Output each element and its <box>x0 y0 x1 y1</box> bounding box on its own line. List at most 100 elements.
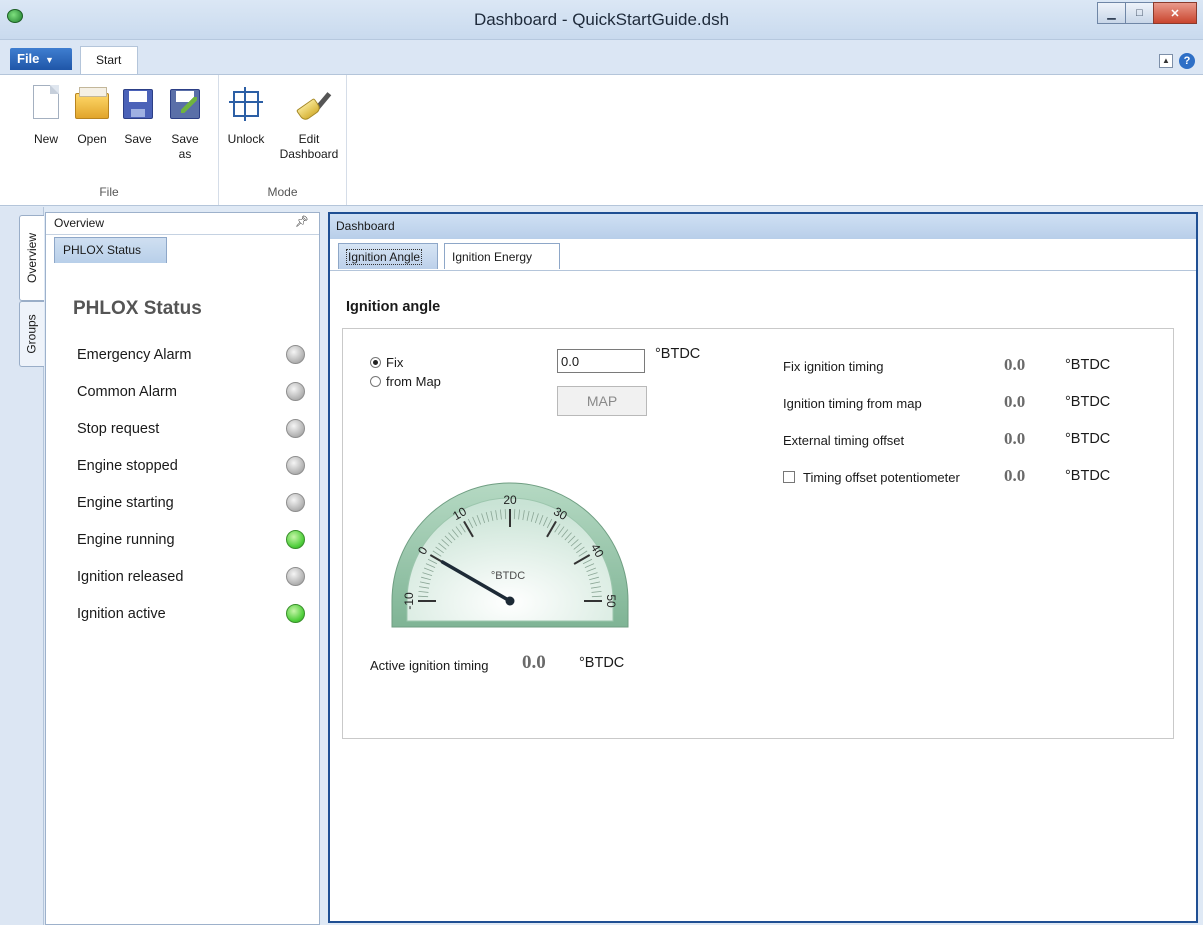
fix-angle-input[interactable]: 0.0 <box>557 349 645 373</box>
readout-unit: °BTDC <box>1065 468 1111 484</box>
open-button[interactable]: Open <box>72 85 112 147</box>
edit-label-line1: Edit <box>298 132 320 146</box>
collapse-ribbon-icon[interactable]: ▲ <box>1159 54 1173 68</box>
gauge-minor-tick <box>504 509 507 520</box>
readout-unit: °BTDC <box>1065 394 1111 410</box>
status-item-label: Common Alarm <box>77 384 177 400</box>
status-item-label: Engine stopped <box>77 458 178 474</box>
overview-header-label: Overview <box>54 216 105 230</box>
help-icon[interactable]: ? <box>1179 53 1195 69</box>
save-button[interactable]: Save <box>118 85 158 147</box>
active-timing-unit: °BTDC <box>579 655 625 671</box>
readout-label: Timing offset potentiometer <box>803 470 960 485</box>
timing-offset-checkbox[interactable]: Timing offset potentiometer <box>783 470 960 485</box>
ribbon-group-mode: Unlock Edit Dashboard Mode <box>219 75 347 205</box>
dashboard-tab-bar: Ignition Angle Ignition Energy <box>330 239 1196 271</box>
checkbox-icon <box>783 471 795 483</box>
status-item: Engine running <box>77 530 317 552</box>
edit-dashboard-button[interactable]: Edit Dashboard <box>274 85 344 162</box>
dashboard-header: Dashboard <box>330 214 1196 239</box>
brush-icon <box>292 85 332 123</box>
new-document-icon <box>29 85 63 121</box>
save-as-label-line2: as <box>178 147 192 161</box>
readout-value: 0.0 <box>1004 466 1026 485</box>
file-menu-button[interactable]: File ▼ <box>10 48 72 70</box>
unlock-button[interactable]: Unlock <box>224 85 268 147</box>
map-button[interactable]: MAP <box>557 386 647 416</box>
new-button[interactable]: New <box>26 85 66 147</box>
open-folder-icon <box>75 85 109 121</box>
active-timing-value: 0.0 <box>522 652 546 673</box>
gauge-unit-label: °BTDC <box>491 570 525 582</box>
overview-title: PHLOX Status <box>73 298 202 319</box>
panel-splitter[interactable] <box>320 207 328 925</box>
from-map-radio-label: from Map <box>386 374 441 389</box>
status-led-icon <box>286 419 305 438</box>
status-item-label: Ignition active <box>77 606 166 622</box>
readout-external-offset: External timing offset 0.0 °BTDC <box>783 429 1163 449</box>
readout-value: 0.0 <box>1004 392 1026 411</box>
tab-ignition-angle[interactable]: Ignition Angle <box>338 243 438 269</box>
active-ignition-timing: Active ignition timing 0.0 °BTDC <box>370 652 770 674</box>
open-label: Open <box>77 132 107 146</box>
ribbon: New Open Save Save as File Unlock Edit D… <box>0 74 1203 206</box>
ignition-angle-group: Fix from Map 0.0 °BTDC MAP Fix ignition … <box>342 328 1174 739</box>
side-tab-overview[interactable]: Overview <box>19 215 44 301</box>
readout-label: Ignition timing from map <box>783 396 922 411</box>
ribbon-group-file-label: File <box>99 185 119 199</box>
tab-phlox-status[interactable]: PHLOX Status <box>54 237 167 263</box>
tab-ignition-angle-label: Ignition Angle <box>346 249 423 265</box>
tab-start[interactable]: Start <box>80 46 138 74</box>
radio-selected-icon <box>370 357 381 368</box>
ribbon-tab-bar: File ▼ Start ▲ ? <box>0 40 1203 74</box>
status-item: Stop request <box>77 419 317 441</box>
readout-unit: °BTDC <box>1065 357 1111 373</box>
status-item: Common Alarm <box>77 382 317 404</box>
ignition-angle-gauge: -1001020304050°BTDC <box>391 482 629 628</box>
readout-label: Fix ignition timing <box>783 359 884 374</box>
minimize-button[interactable]: ▁ <box>1097 2 1126 24</box>
status-item-label: Engine running <box>77 532 175 548</box>
status-item-label: Stop request <box>77 421 160 437</box>
tab-ignition-energy[interactable]: Ignition Energy <box>444 243 560 269</box>
fix-angle-unit: °BTDC <box>655 346 701 362</box>
save-label: Save <box>124 132 152 146</box>
gauge-tick-label: -10 <box>402 592 416 610</box>
readout-value: 0.0 <box>1004 429 1026 448</box>
status-item: Ignition released <box>77 567 317 589</box>
window-title: Dashboard - QuickStartGuide.dsh <box>473 10 730 29</box>
status-led-icon <box>286 345 305 364</box>
status-item-label: Emergency Alarm <box>77 347 192 363</box>
ribbon-group-file: New Open Save Save as File <box>0 75 219 205</box>
side-tab-overview-label: Overview <box>25 232 40 284</box>
readout-label: External timing offset <box>783 433 905 448</box>
gauge-minor-tick <box>418 595 429 598</box>
new-label: New <box>33 132 58 146</box>
save-disk-icon <box>121 85 155 121</box>
dashboard-panel: Dashboard Ignition Angle Ignition Energy… <box>328 212 1198 923</box>
gauge-tick-label: 50 <box>604 594 618 608</box>
fix-radio[interactable]: Fix <box>370 355 403 370</box>
status-item: Engine stopped <box>77 456 317 478</box>
file-menu-label: File <box>17 51 40 66</box>
from-map-radio[interactable]: from Map <box>370 374 441 389</box>
section-title: Ignition angle <box>346 299 441 315</box>
close-button[interactable]: ✕ <box>1153 2 1197 24</box>
gauge-minor-tick <box>513 509 516 520</box>
gauge-minor-tick <box>591 595 602 598</box>
readout-timing-from-map: Ignition timing from map 0.0 °BTDC <box>783 392 1163 412</box>
status-led-icon <box>286 604 305 623</box>
side-tab-groups-label: Groups <box>25 314 40 354</box>
side-tab-strip: Overview Groups <box>0 207 44 925</box>
status-led-icon <box>286 456 305 475</box>
side-tab-groups[interactable]: Groups <box>19 301 44 367</box>
save-as-label-line1: Save <box>171 132 199 146</box>
tab-ignition-energy-label: Ignition Energy <box>452 250 533 264</box>
save-as-button[interactable]: Save as <box>165 85 205 162</box>
status-item: Ignition active <box>77 604 317 626</box>
pin-icon[interactable]: 📌︎ <box>295 215 309 228</box>
maximize-button[interactable]: □ <box>1125 2 1154 24</box>
chevron-down-icon: ▼ <box>45 55 54 65</box>
unlock-label: Unlock <box>227 132 265 146</box>
save-as-icon <box>168 85 202 121</box>
